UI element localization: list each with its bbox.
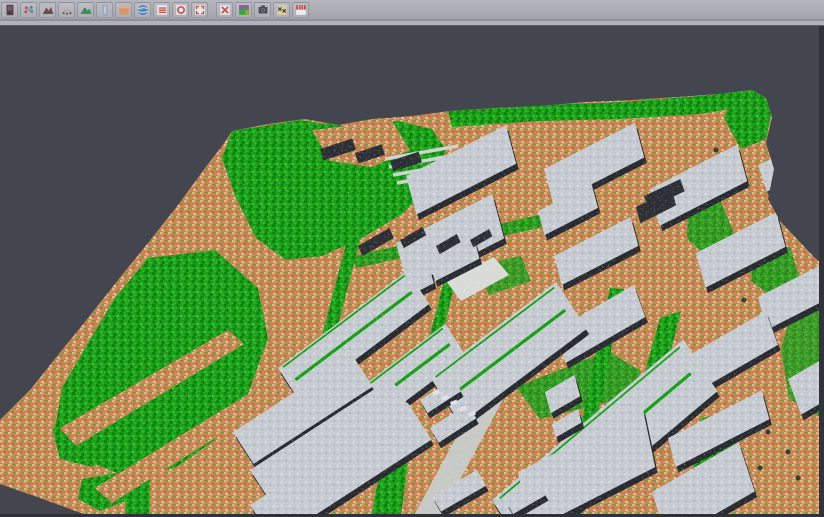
point-noise-light bbox=[0, 85, 824, 517]
clear-selection-button[interactable] bbox=[216, 2, 233, 18]
circle-select-button[interactable] bbox=[172, 2, 189, 18]
ground-points-icon bbox=[60, 3, 74, 17]
dtm-mountain-button[interactable] bbox=[39, 2, 56, 18]
classification-view-button[interactable] bbox=[235, 2, 252, 18]
classified-terrain bbox=[0, 85, 824, 517]
checkpoint-icon bbox=[275, 3, 289, 17]
ground-points-button[interactable] bbox=[58, 2, 75, 18]
select-object-icon bbox=[3, 3, 17, 17]
circle-select-icon bbox=[174, 3, 188, 17]
attribute-list-icon bbox=[155, 3, 169, 17]
globe-view-button[interactable] bbox=[134, 2, 151, 18]
toolbar bbox=[0, 0, 824, 19]
classify-points-button[interactable] bbox=[20, 2, 37, 18]
classification-view-icon bbox=[237, 3, 251, 17]
viewport-3d[interactable] bbox=[0, 26, 824, 517]
terrain-model-button[interactable] bbox=[77, 2, 94, 18]
select-object-button[interactable] bbox=[1, 2, 18, 18]
dtm-mountain-icon bbox=[41, 3, 55, 17]
ortho-image-icon bbox=[117, 3, 131, 17]
rect-select-button[interactable] bbox=[191, 2, 208, 18]
viewport-right-edge bbox=[819, 26, 824, 517]
clear-selection-icon bbox=[218, 3, 232, 17]
band-legend-icon bbox=[294, 3, 308, 17]
cross-section-icon bbox=[98, 3, 112, 17]
ortho-image-button[interactable] bbox=[115, 2, 132, 18]
terrain-model-icon bbox=[79, 3, 93, 17]
attribute-list-button[interactable] bbox=[153, 2, 170, 18]
point-cloud-scene bbox=[0, 26, 824, 517]
rect-select-icon bbox=[193, 3, 207, 17]
snapshot-button[interactable] bbox=[254, 2, 271, 18]
classify-points-icon bbox=[22, 3, 36, 17]
band-legend-button[interactable] bbox=[292, 2, 309, 18]
checkpoint-button[interactable] bbox=[273, 2, 290, 18]
snapshot-icon bbox=[256, 3, 270, 17]
globe-view-icon bbox=[136, 3, 150, 17]
cross-section-button[interactable] bbox=[96, 2, 113, 18]
